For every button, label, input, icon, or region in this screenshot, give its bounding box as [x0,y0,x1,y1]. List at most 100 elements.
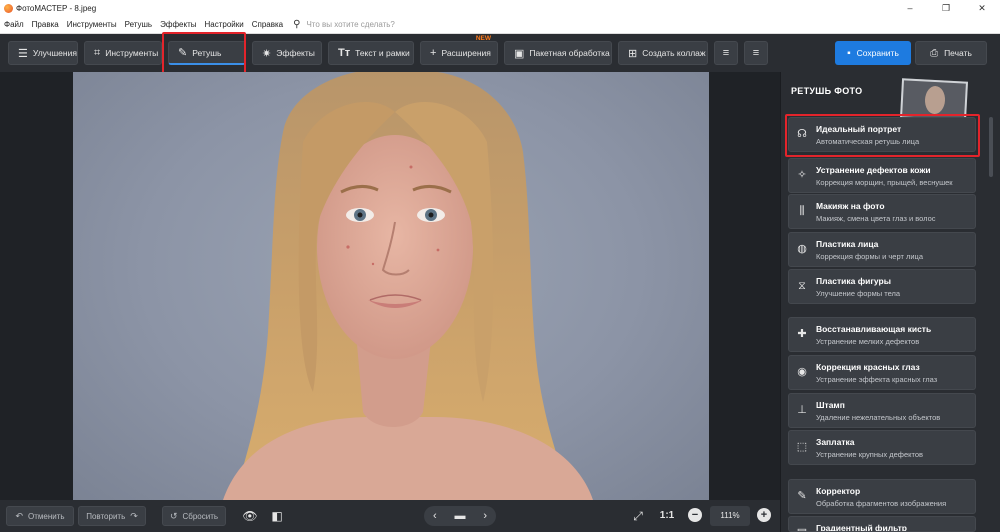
tab-batch-processing[interactable]: ▣ Пакетная обработка [504,41,612,65]
crop-icon: ⌗ [94,46,101,59]
print-button[interactable]: ⎙ Печать [915,41,987,65]
tool-title: Коррекция красных глаз [816,362,920,372]
tool-subtitle: Удаление нежелательных объектов [816,413,941,422]
tool-subtitle: Устранение эффекта красных глаз [816,375,938,384]
maximize-button[interactable]: ❐ [928,0,964,16]
redo-label: Повторить [86,511,126,521]
zoom-out-button[interactable]: − [688,508,702,522]
search-icon: ⚲ [293,19,301,30]
collage-icon: ⊞ [628,47,638,60]
menu-edit[interactable]: Правка [28,20,63,29]
preview-eye-icon[interactable]: 👁 [241,507,259,525]
close-button[interactable]: ✕ [964,0,1000,16]
menu-help[interactable]: Справка [248,20,287,29]
image-navigation: ‹ ▬ › [424,506,496,526]
tool-corrector[interactable]: ✎ Корректор Обработка фрагментов изображ… [788,479,976,514]
tab-effects[interactable]: ✷ Эффекты [252,41,322,65]
face-shape-icon: ◍ [797,243,807,255]
minimize-button[interactable]: – [892,0,928,16]
tool-stamp[interactable]: ⊥ Штамп Удаление нежелательных объектов [788,393,976,428]
printer-icon: ⎙ [930,47,939,59]
undo-label: Отменить [27,511,65,521]
tool-title: Восстанавливающая кисть [816,324,932,334]
tool-gradient-filter[interactable]: ▤ Градиентный фильтр [788,516,976,532]
tool-face-shape[interactable]: ◍ Пластика лица Коррекция формы и черт л… [788,232,976,267]
history-button[interactable]: ≡ [744,41,768,65]
next-image-icon[interactable]: › [483,510,487,522]
reset-icon: ↺ [169,510,178,521]
title-bar: ФотоМАСТЕР - 8.jpeg – ❐ ✕ [0,0,1000,16]
text-icon: Tт [338,47,351,59]
search-box[interactable]: ⚲ Что вы хотите сделать? [293,19,395,30]
redo-icon: ↷ [130,510,138,521]
tool-subtitle: Обработка фрагментов изображения [816,499,947,508]
tool-patch[interactable]: ⬚ Заплатка Устранение крупных дефектов [788,430,976,465]
save-button[interactable]: ▪ Сохранить [835,41,911,65]
menu-effects[interactable]: Эффекты [156,20,200,29]
tool-title: Градиентный фильтр [816,523,907,532]
search-placeholder[interactable]: Что вы хотите сделать? [306,20,394,29]
tool-title: Макияж на фото [816,201,885,211]
zoom-value[interactable]: 111% [710,506,750,526]
tool-healing-brush[interactable]: ✚ Восстанавливающая кисть Устранение мел… [788,317,976,352]
perfect-portrait-highlight [785,114,980,157]
patch-icon: ⬚ [796,441,808,453]
panel-scrollbar[interactable] [989,117,993,177]
skin-icon: ✧ [797,169,807,181]
tab-extensions-label: Расширения [441,48,491,58]
tool-title: Пластика фигуры [816,276,891,286]
tab-create-collage[interactable]: ⊞ Создать коллаж [618,41,708,65]
bandage-icon: ✚ [797,328,807,340]
zoom-in-button[interactable]: + [757,508,771,522]
images-icon: ▣ [514,47,525,60]
history-icon: ≡ [752,47,760,59]
tab-improvements[interactable]: ☰ Улучшения [8,41,78,65]
new-badge: NEW [475,35,491,42]
tool-skin-defects[interactable]: ✧ Устранение дефектов кожи Коррекция мор… [788,158,976,193]
app-logo-icon [4,3,13,13]
menu-retouch[interactable]: Ретушь [121,20,157,29]
tool-subtitle: Коррекция морщин, прыщей, веснушек [816,178,953,187]
tab-effects-label: Эффекты [276,48,315,58]
gradient-icon: ▤ [795,526,809,531]
tool-subtitle: Коррекция формы и черт лица [816,252,924,261]
tool-title: Корректор [816,486,861,496]
tab-text-frames-label: Текст и рамки [355,48,410,58]
tab-text-frames[interactable]: Tт Текст и рамки [328,41,414,65]
image-canvas[interactable] [0,72,780,500]
undo-icon: ↶ [15,510,23,521]
sliders-icon: ☰ [18,47,28,60]
fit-screen-icon[interactable]: ⤢ [629,507,647,525]
sparkle-icon: ✷ [262,47,272,60]
body-shape-icon: ⧖ [798,280,806,292]
plus-icon: + [430,47,437,59]
portrait-illustration [223,72,593,500]
reset-label: Сбросить [182,511,219,521]
panel-title: РЕТУШЬ ФОТО [791,86,863,96]
tool-title: Штамп [816,400,845,410]
tool-body-shape[interactable]: ⧖ Пластика фигуры Улучшение формы тела [788,269,976,304]
compare-icon[interactable]: ◧ [268,507,286,525]
redo-button[interactable]: Повторить ↷ [78,506,146,526]
prev-image-icon[interactable]: ‹ [433,510,437,522]
tab-extensions[interactable]: + Расширения NEW [420,35,498,65]
tool-title: Устранение дефектов кожи [816,165,931,175]
window-title: ФотоМАСТЕР - 8.jpeg [16,3,97,13]
zoom-one-to-one-button[interactable]: 1:1 [655,507,679,525]
folder-icon[interactable]: ▬ [454,510,465,522]
tab-collage-label: Создать коллаж [642,48,706,58]
portrait-photo[interactable] [73,72,709,500]
menu-tools[interactable]: Инструменты [63,20,121,29]
reset-button[interactable]: ↺ Сбросить [162,506,226,526]
menu-file[interactable]: Файл [0,20,28,29]
undo-button[interactable]: ↶ Отменить [6,506,74,526]
compare-settings-button[interactable]: ≡ [714,41,738,65]
stamp-icon: ⊥ [797,404,807,416]
tab-tools[interactable]: ⌗ Инструменты [84,41,162,65]
menu-settings[interactable]: Настройки [200,20,247,29]
settings-list-icon: ≡ [722,47,730,59]
tool-red-eye[interactable]: ◉ Коррекция красных глаз Устранение эффе… [788,355,976,390]
menu-bar: Файл Правка Инструменты Ретушь Эффекты Н… [0,16,1000,34]
tab-improvements-label: Улучшения [32,48,77,58]
tool-makeup[interactable]: ⫼ Макияж на фото Макияж, смена цвета гла… [788,194,976,229]
